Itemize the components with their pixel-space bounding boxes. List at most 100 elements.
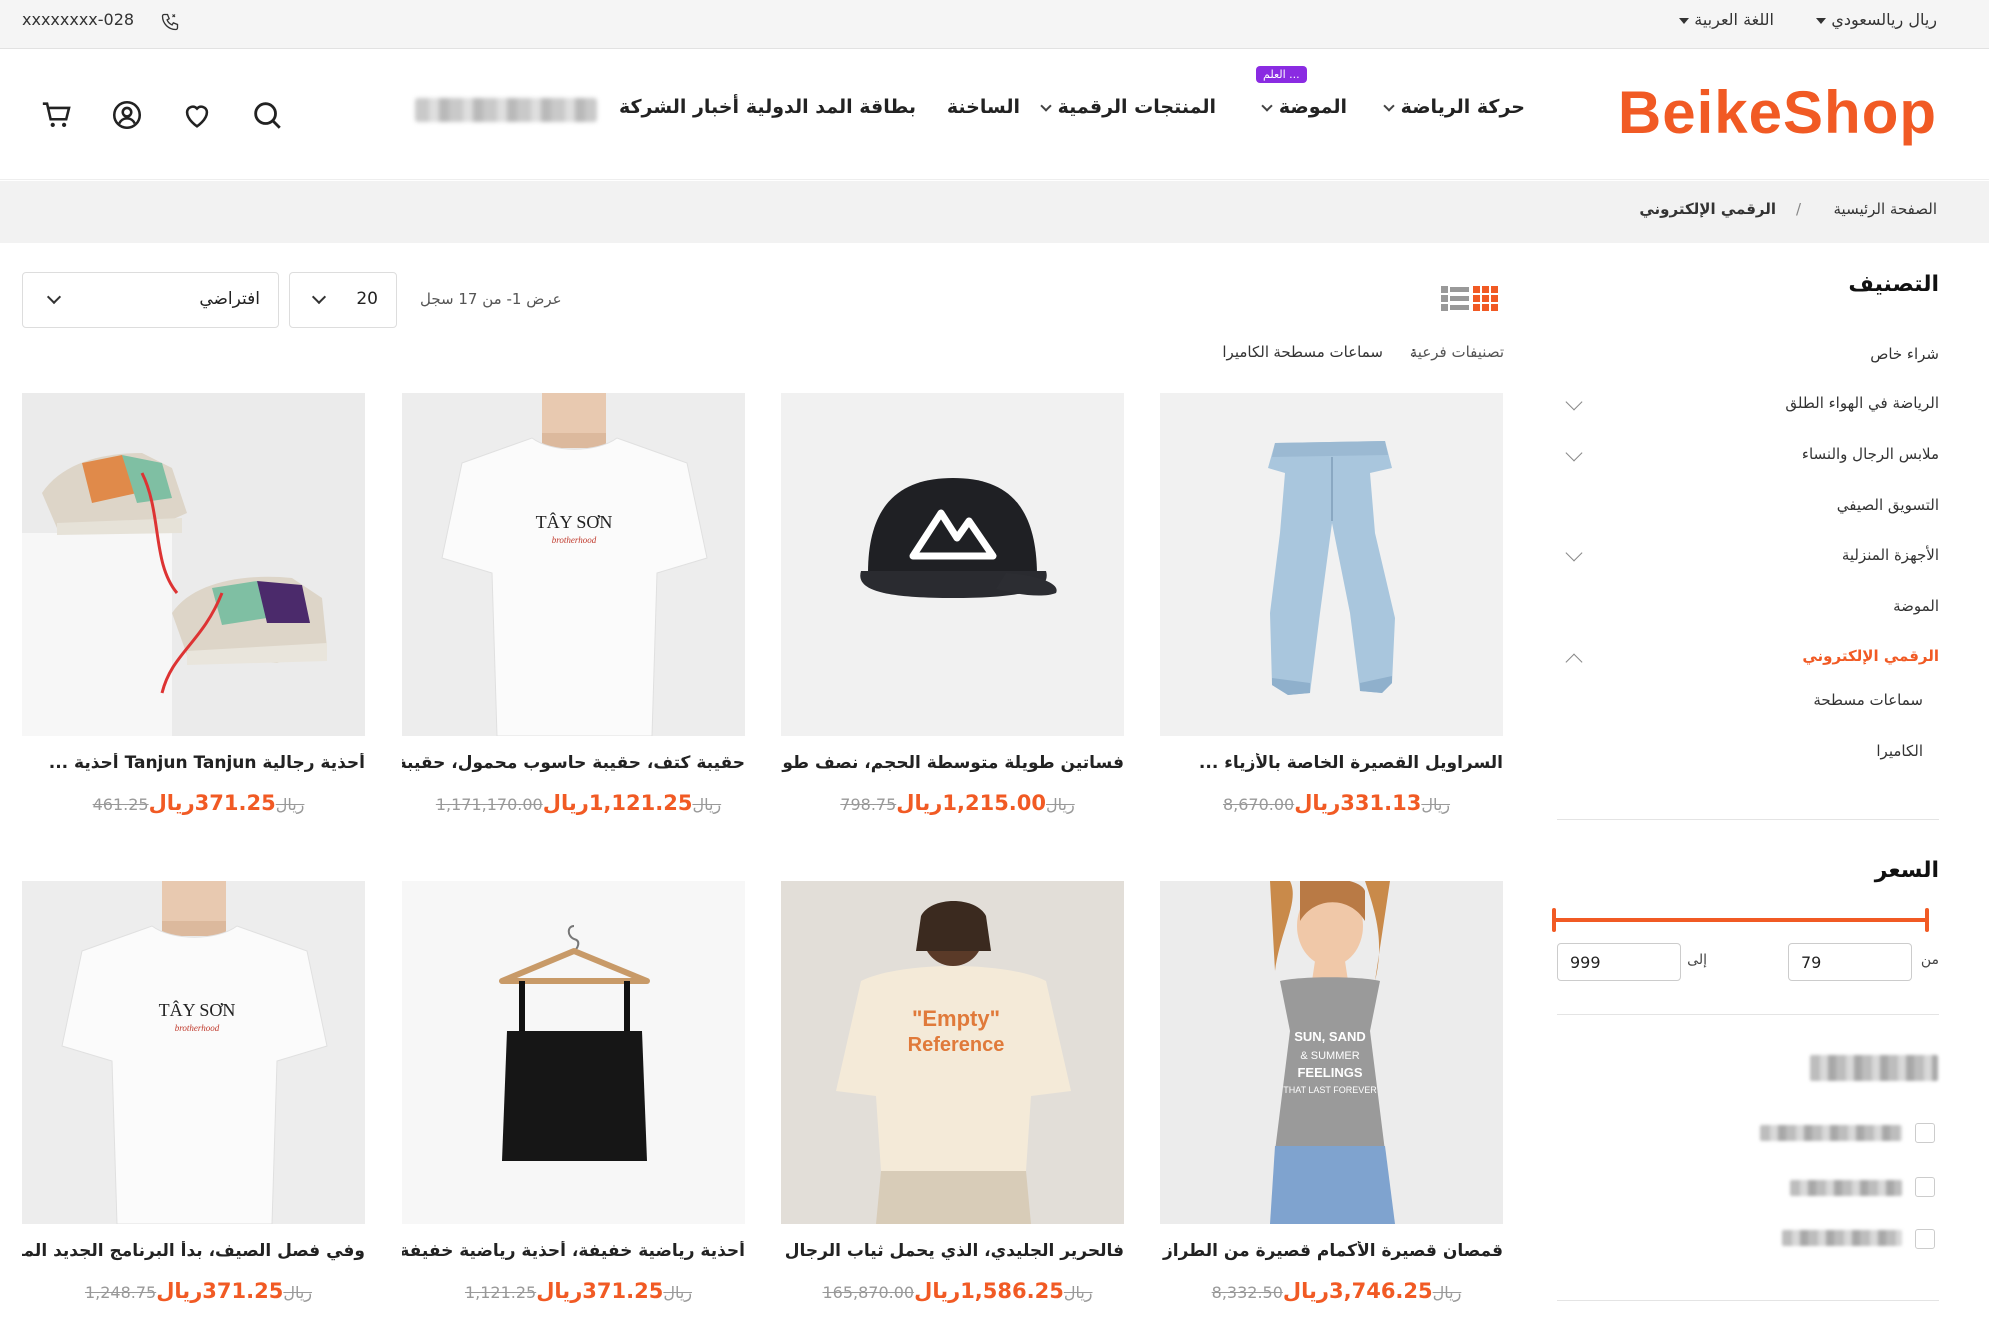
category-item[interactable]: الرياضة في الهواء الطلق bbox=[1785, 394, 1939, 412]
nav-news[interactable]: أخبار الشركة bbox=[619, 96, 739, 118]
chevron-down-icon bbox=[1039, 100, 1052, 112]
chevron-down-icon bbox=[311, 289, 327, 305]
subcategory-link[interactable]: سماعات مسطحة bbox=[1273, 343, 1383, 361]
nav-digital[interactable]: المنتجات الرقمية bbox=[1039, 96, 1216, 118]
category-item[interactable]: الأجهزة المنزلية bbox=[1842, 546, 1939, 564]
current-price: 331.13ريال bbox=[1294, 791, 1422, 815]
blurred-nav-item[interactable] bbox=[415, 98, 597, 122]
sort-select[interactable]: افتراضي bbox=[22, 272, 279, 328]
product-image[interactable]: TÂY SƠN brotherhood bbox=[22, 881, 365, 1224]
category-item[interactable]: التسويق الصيفي bbox=[1837, 496, 1939, 514]
chevron-down-icon[interactable] bbox=[1565, 444, 1583, 462]
language-selector[interactable]: اللغة العربية bbox=[1671, 10, 1774, 29]
subcategory-item[interactable]: سماعات مسطحة bbox=[1813, 691, 1923, 709]
breadcrumb-current: الرقمي الإلكتروني bbox=[1639, 200, 1776, 218]
product-name[interactable]: أحذية رياضية خفيفة، أحذية رياضية خفيفة .… bbox=[402, 1241, 745, 1261]
subcategory-item[interactable]: الكاميرا bbox=[1876, 742, 1923, 760]
product-image[interactable]: SUN, SAND & SUMMER FEELINGS THAT LAST FO… bbox=[1160, 881, 1503, 1224]
product-name[interactable]: وفي فصل الصيف، بدأ البرنامج الجديد المتم… bbox=[22, 1241, 365, 1261]
divider bbox=[1557, 1014, 1939, 1015]
price-from-input[interactable]: 79 bbox=[1788, 943, 1912, 981]
subcategory-link[interactable]: الكاميرا bbox=[1222, 343, 1269, 361]
blurred-filter-title bbox=[1810, 1055, 1938, 1081]
product-name[interactable]: أحذية رجالية Tanjun Tanjun أحذية ... bbox=[22, 753, 365, 773]
chevron-down-icon bbox=[46, 289, 62, 305]
account-icon[interactable] bbox=[110, 98, 144, 132]
nav-label: الموضة bbox=[1278, 96, 1347, 118]
current-price: 371.25ريال bbox=[536, 1279, 664, 1303]
nav-card[interactable]: بطاقة المد الدولية bbox=[746, 96, 916, 118]
price-to-label: إلى bbox=[1687, 952, 1707, 968]
chevron-down-icon[interactable] bbox=[1565, 393, 1583, 411]
category-item[interactable]: شراء خاص bbox=[1870, 345, 1939, 363]
filter-checkbox[interactable] bbox=[1915, 1123, 1935, 1143]
category-item-active[interactable]: الرقمي الإلكتروني bbox=[1802, 647, 1939, 665]
product-prices: 461.25ريال371.25ريال bbox=[22, 791, 365, 815]
nav-label: حركة الرياضة bbox=[1400, 96, 1525, 118]
language-caret-icon bbox=[1679, 17, 1690, 24]
nav-sports[interactable]: حركة الرياضة bbox=[1383, 96, 1525, 118]
current-price: 1,586.25ريال bbox=[914, 1279, 1064, 1303]
svg-text:THAT LAST FOREVER: THAT LAST FOREVER bbox=[1283, 1085, 1377, 1095]
category-title: التصنيف bbox=[1848, 272, 1939, 297]
product-prices: 1,171,170.00ريال1,121.25ريال bbox=[402, 791, 745, 815]
product-name[interactable]: فالحرير الجليدي، الذي يحمل ثياب الرجال ذ… bbox=[781, 1241, 1124, 1261]
product-image[interactable] bbox=[402, 881, 745, 1224]
currency-selector[interactable]: ريال ريالسعودي bbox=[1808, 10, 1937, 29]
product-name[interactable]: فساتين طويلة متوسطة الحجم، نصف طويلة... bbox=[781, 753, 1124, 773]
logo[interactable]: BeikeShop bbox=[1618, 78, 1937, 147]
breadcrumb-separator: / bbox=[1795, 200, 1801, 218]
price-to-input[interactable]: 999 bbox=[1557, 943, 1681, 981]
price-slider-min-handle[interactable] bbox=[1552, 908, 1556, 932]
product-name[interactable]: حقيبة كتف، حقيبة حاسوب محمول، حقيبة ... bbox=[402, 753, 745, 773]
wishlist-heart-icon[interactable] bbox=[180, 98, 214, 132]
product-name[interactable]: قمصان قصيرة الأكمام قصيرة من الطراز الأ.… bbox=[1160, 1241, 1503, 1261]
blurred-filter-option[interactable] bbox=[1782, 1230, 1902, 1246]
chevron-up-icon[interactable] bbox=[1565, 653, 1583, 671]
svg-text:"Empty": "Empty" bbox=[912, 1006, 1000, 1031]
product-name[interactable]: السراويل القصيرة الخاصة بالأزياء ... bbox=[1160, 753, 1503, 773]
filter-checkbox[interactable] bbox=[1915, 1229, 1935, 1249]
current-price: 371.25ريال bbox=[148, 791, 276, 815]
filter-checkbox[interactable] bbox=[1915, 1177, 1935, 1197]
category-item[interactable]: ملابس الرجال والنساء bbox=[1802, 445, 1939, 463]
subcategory-colon: : bbox=[1410, 343, 1416, 361]
grid-view-icon[interactable] bbox=[1473, 286, 1499, 312]
per-page-select[interactable]: 20 bbox=[289, 272, 397, 328]
product-prices: 1,121.25ريال371.25ريال bbox=[402, 1279, 745, 1303]
currency-label: ريال ريالسعودي bbox=[1831, 10, 1937, 29]
cart-icon[interactable] bbox=[40, 98, 74, 132]
price-slider-track[interactable] bbox=[1553, 918, 1927, 922]
nav-hot[interactable]: الساخنة bbox=[947, 96, 1020, 118]
price-slider-max-handle[interactable] bbox=[1925, 908, 1929, 932]
current-price: 1,121.25ريال bbox=[542, 791, 693, 815]
chevron-down-icon[interactable] bbox=[1565, 544, 1583, 562]
svg-text:Reference: Reference bbox=[908, 1034, 1005, 1056]
chevron-down-icon bbox=[1261, 100, 1273, 112]
product-prices: 8,670.00ريال331.13ريال bbox=[1160, 791, 1503, 815]
current-price: 1,215.00ريال bbox=[896, 791, 1047, 815]
product-prices: 165,870.00ريال1,586.25ريال bbox=[781, 1279, 1124, 1303]
svg-text:FEELINGS: FEELINGS bbox=[1297, 1065, 1362, 1080]
blurred-filter-option[interactable] bbox=[1760, 1125, 1902, 1141]
search-icon[interactable] bbox=[250, 98, 284, 132]
phone-icon bbox=[161, 13, 179, 31]
list-view-icon[interactable] bbox=[1441, 286, 1469, 312]
phone-number: xxxxxxxx-028 bbox=[22, 10, 135, 29]
svg-text:& SUMMER: & SUMMER bbox=[1300, 1050, 1359, 1062]
subcategory-label: تصنيفات فرعية bbox=[1409, 343, 1504, 361]
nav-badge: العلم ... bbox=[1256, 66, 1307, 83]
svg-text:brotherhood: brotherhood bbox=[175, 1023, 220, 1033]
nav-label: المنتجات الرقمية bbox=[1057, 96, 1216, 118]
category-item[interactable]: الموضة bbox=[1893, 597, 1939, 615]
breadcrumb-home[interactable]: الصفحة الرئيسية bbox=[1834, 200, 1938, 218]
blurred-filter-option[interactable] bbox=[1790, 1180, 1902, 1196]
product-image[interactable] bbox=[22, 393, 365, 736]
nav-fashion[interactable]: الموضة bbox=[1261, 96, 1347, 118]
product-image[interactable]: "Empty" Reference bbox=[781, 881, 1124, 1224]
product-image[interactable] bbox=[781, 393, 1124, 736]
product-image[interactable]: TÂY SƠN brotherhood bbox=[402, 393, 745, 736]
price-title: السعر bbox=[1874, 858, 1939, 883]
divider bbox=[1557, 819, 1939, 820]
product-image[interactable] bbox=[1160, 393, 1503, 736]
